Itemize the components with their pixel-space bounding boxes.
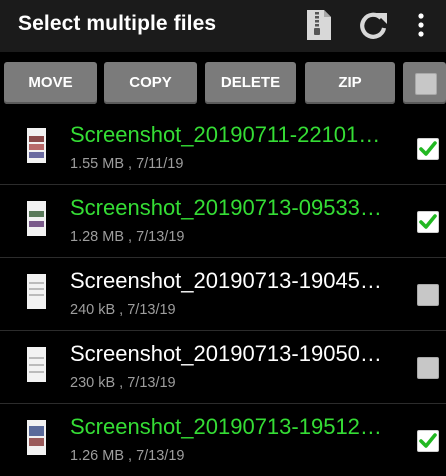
file-thumbnail — [27, 420, 46, 455]
file-name: Screenshot_20190713-19050… — [70, 341, 382, 366]
file-row[interactable]: Screenshot_20190711-22101… 1.55 MB , 7/1… — [0, 112, 446, 185]
file-meta: 230 kB , 7/13/19 — [70, 375, 176, 391]
file-meta: 1.55 MB , 7/11/19 — [70, 156, 184, 172]
select-all-button[interactable] — [403, 62, 446, 104]
refresh-icon[interactable] — [357, 9, 389, 41]
copy-button[interactable]: COPY — [104, 62, 197, 104]
file-checkbox[interactable] — [417, 284, 439, 306]
zip-file-icon[interactable] — [306, 9, 332, 41]
file-row[interactable]: Screenshot_20190713-19045… 240 kB , 7/13… — [0, 258, 446, 331]
file-row[interactable]: Screenshot_20190713-19512… 1.26 MB , 7/1… — [0, 404, 446, 476]
file-name: Screenshot_20190713-09533… — [70, 195, 382, 220]
file-name: Screenshot_20190713-19045… — [70, 268, 382, 293]
file-thumbnail — [27, 201, 46, 236]
file-name: Screenshot_20190713-19512… — [70, 414, 382, 439]
file-checkbox[interactable] — [417, 430, 439, 452]
action-toolbar: MOVE COPY DELETE ZIP — [0, 52, 446, 112]
file-checkbox[interactable] — [417, 357, 439, 379]
file-checkbox[interactable] — [417, 138, 439, 160]
delete-button[interactable]: DELETE — [205, 62, 296, 104]
page-title: Select multiple files — [18, 12, 217, 35]
file-meta: 1.28 MB , 7/13/19 — [70, 229, 185, 245]
file-thumbnail — [27, 128, 46, 163]
file-thumbnail — [27, 347, 46, 382]
move-button[interactable]: MOVE — [4, 62, 97, 104]
file-list: Screenshot_20190711-22101… 1.55 MB , 7/1… — [0, 112, 446, 476]
file-row[interactable]: Screenshot_20190713-09533… 1.28 MB , 7/1… — [0, 185, 446, 258]
file-thumbnail — [27, 274, 46, 309]
file-row[interactable]: Screenshot_20190713-19050… 230 kB , 7/13… — [0, 331, 446, 404]
zip-button[interactable]: ZIP — [305, 62, 395, 104]
file-meta: 240 kB , 7/13/19 — [70, 302, 176, 318]
file-name: Screenshot_20190711-22101… — [70, 122, 381, 147]
select-all-checkbox[interactable] — [415, 73, 437, 95]
app-bar: Select multiple files — [0, 0, 446, 52]
file-checkbox[interactable] — [417, 211, 439, 233]
more-vert-icon[interactable] — [411, 11, 431, 39]
file-meta: 1.26 MB , 7/13/19 — [70, 448, 185, 464]
